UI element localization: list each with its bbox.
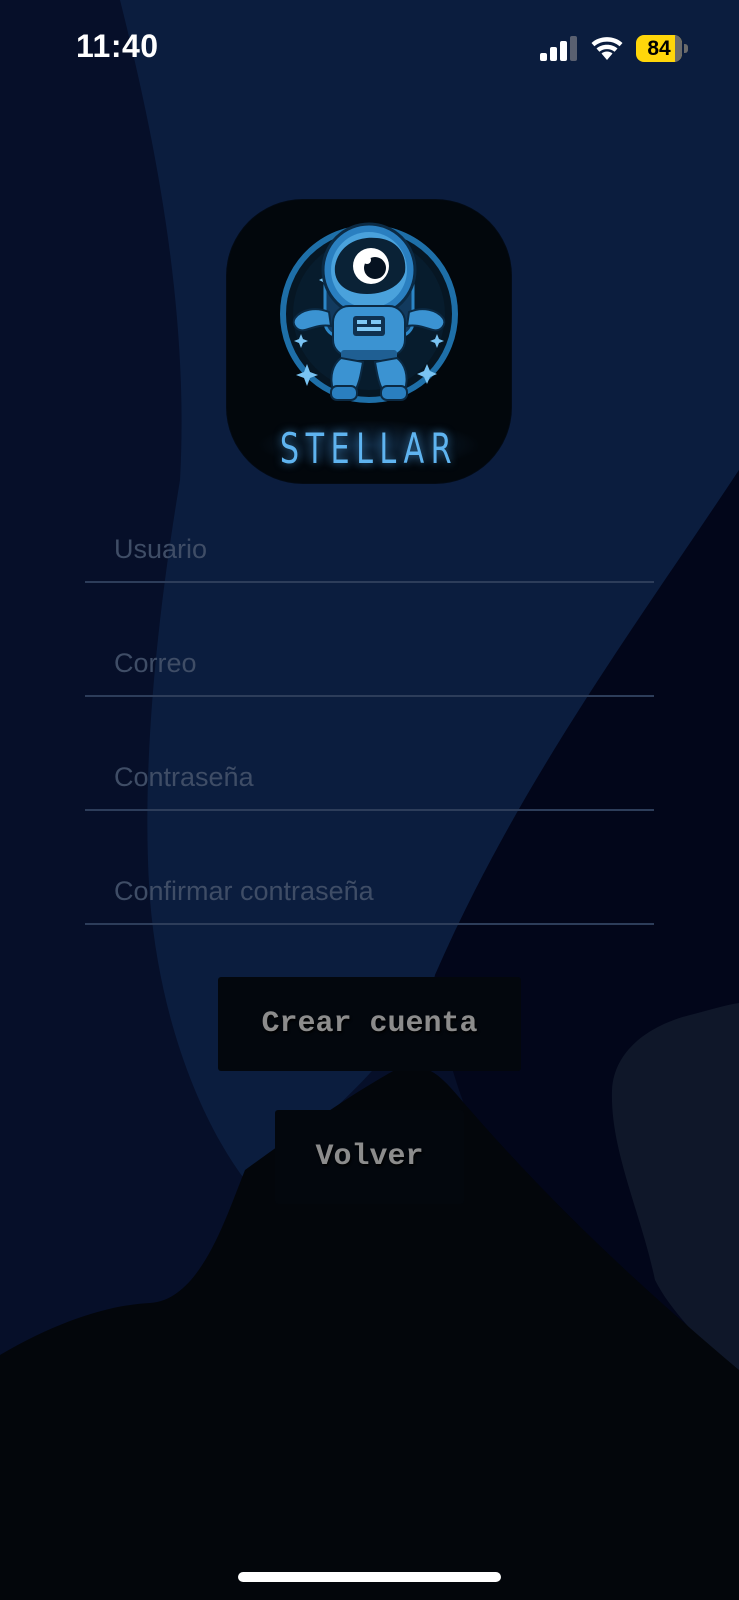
- app-logo: STELLAR: [227, 200, 511, 483]
- email-input[interactable]: [114, 635, 634, 691]
- battery-tip: [684, 44, 688, 53]
- wifi-icon: [591, 37, 623, 60]
- logo-wordmark: STELLAR: [279, 424, 459, 473]
- confirm-password-input[interactable]: [114, 863, 634, 919]
- battery-icon: 84: [636, 35, 688, 62]
- confirm-password-field: [85, 863, 654, 925]
- home-indicator[interactable]: [238, 1572, 501, 1582]
- battery-body: 84: [636, 35, 682, 62]
- password-input[interactable]: [114, 749, 634, 805]
- status-time: 11:40: [76, 28, 159, 64]
- create-account-button[interactable]: Crear cuenta: [218, 977, 521, 1071]
- email-field: [85, 635, 654, 697]
- password-field: [85, 749, 654, 811]
- username-field: [85, 521, 654, 583]
- astronaut-icon: [280, 222, 458, 403]
- back-button[interactable]: Volver: [275, 1110, 464, 1204]
- signal-icon: [540, 36, 577, 61]
- register-screen: 11:40 84 STELLAR Usuario Correo Crear cu…: [0, 0, 739, 1600]
- username-input[interactable]: [114, 521, 634, 577]
- battery-percent: 84: [647, 37, 671, 60]
